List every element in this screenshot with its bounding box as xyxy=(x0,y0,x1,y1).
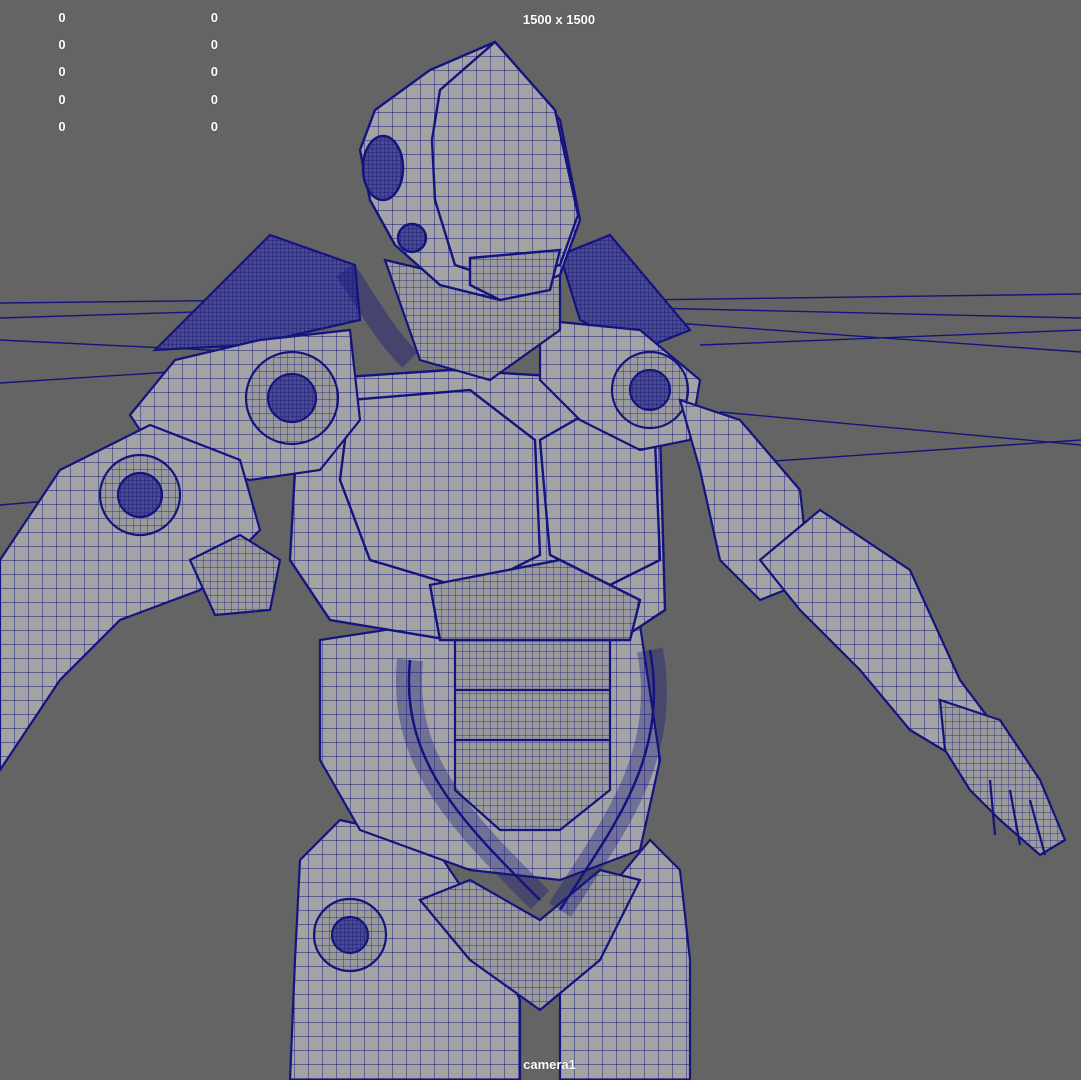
stat-value-col2: 0 xyxy=(210,64,218,80)
right-arm xyxy=(678,398,1067,857)
stat-value-col1: 0 xyxy=(58,118,66,134)
left-arm xyxy=(0,423,282,772)
stat-row: 0 0 xyxy=(40,31,218,58)
robot-wireframe-model[interactable] xyxy=(0,0,1081,1080)
stat-row: 0 0 xyxy=(40,113,218,140)
stat-value-col2: 0 xyxy=(210,118,218,134)
stat-value-col1: 0 xyxy=(58,64,66,80)
maya-viewport[interactable]: 0 0 0 0 0 0 0 0 0 0 1500 x 1500 camera1 xyxy=(0,0,1081,1080)
stat-row: 0 0 xyxy=(40,58,218,85)
stat-value-col1: 0 xyxy=(58,91,66,107)
resolution-gate-label: 1500 x 1500 xyxy=(522,12,596,27)
stat-value-col2: 0 xyxy=(210,37,218,53)
camera-name-label: camera1 xyxy=(523,1057,576,1072)
stat-value-col1: 0 xyxy=(58,37,66,53)
stat-value-col2: 0 xyxy=(210,91,218,107)
stat-row: 0 0 xyxy=(40,86,218,113)
